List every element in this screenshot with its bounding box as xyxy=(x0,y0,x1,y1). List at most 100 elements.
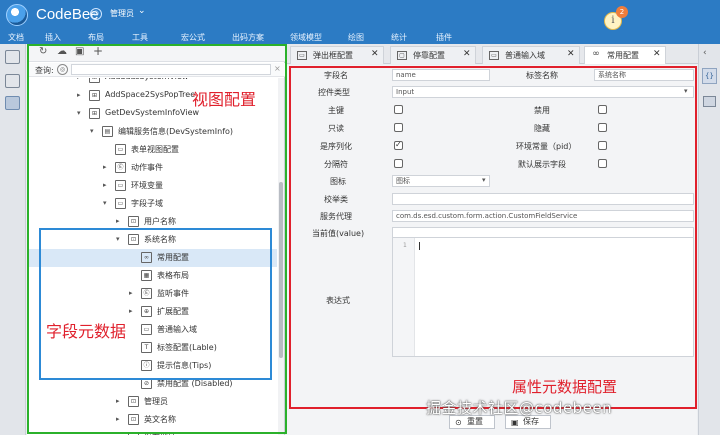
close-icon[interactable]: ✕ xyxy=(653,49,661,59)
close-icon[interactable]: ✕ xyxy=(371,49,379,59)
tab-popup-config[interactable]: ▭ 弹出框配置 ✕ xyxy=(290,46,384,64)
share-icon[interactable] xyxy=(5,50,20,64)
search-icon[interactable]: ◎ xyxy=(57,64,68,75)
separator-checkbox[interactable] xyxy=(394,159,403,168)
add-icon[interactable]: + xyxy=(93,44,103,58)
link-icon: ∞ xyxy=(592,49,600,59)
serialize-checkbox[interactable] xyxy=(394,140,403,150)
user-icon[interactable]: © xyxy=(90,8,102,20)
property-meta-annotation: 属性元数据配置 xyxy=(512,378,618,396)
primary-key-checkbox[interactable] xyxy=(394,105,403,114)
icon-select[interactable]: 图标 xyxy=(392,175,490,187)
service-proxy-input[interactable]: com.ds.esd.custom.form.action.CustomFiel… xyxy=(392,210,694,222)
menu-item-domain[interactable]: 领域模型 xyxy=(290,32,322,43)
menu-item-macro[interactable]: 宏公式 xyxy=(181,32,205,43)
menu-item-stats[interactable]: 统计 xyxy=(391,32,407,43)
tree-row[interactable]: ⓘ 提示信息(Tips) xyxy=(27,357,277,375)
control-type-select[interactable]: Input xyxy=(392,86,694,98)
tab-normal-input[interactable]: ▭ 普通输入域 ✕ xyxy=(482,46,580,64)
caret-right-icon[interactable]: ▸ xyxy=(103,181,107,189)
caret-right-icon[interactable]: ▸ xyxy=(129,289,133,297)
tree-row[interactable]: ▸ ▭ 环境变量 xyxy=(27,177,277,195)
expression-editor[interactable]: 1 xyxy=(392,237,694,357)
tag-name-input[interactable]: 系统名称 xyxy=(594,69,694,81)
tree-node-icon: ▭ xyxy=(115,144,126,155)
scrollbar-thumb[interactable] xyxy=(279,182,283,358)
caret-down-icon[interactable]: ▾ xyxy=(103,199,107,207)
tree-row[interactable]: ▸⊡发布地址 xyxy=(27,429,277,435)
tree-node-label: 普通输入域 xyxy=(157,325,197,334)
caret-right-icon[interactable]: ▸ xyxy=(116,397,120,405)
menu-item-layout[interactable]: 布局 xyxy=(88,32,104,43)
close-icon[interactable]: ✕ xyxy=(463,49,471,59)
tree-row[interactable]: ▸ ⊡ 英文名称 xyxy=(27,411,277,429)
field-name-input[interactable]: name xyxy=(392,69,490,81)
check-class-input[interactable] xyxy=(392,193,694,205)
left-toolstrip xyxy=(0,44,26,435)
tree-row[interactable]: ▸ Ⓔ 动作事件 xyxy=(27,159,277,177)
chevron-left-icon[interactable]: ‹ xyxy=(703,48,707,58)
caret-right-icon[interactable]: ▸ xyxy=(129,307,133,315)
tab-icon: ▢ xyxy=(397,51,407,60)
tree-row[interactable]: ▸ Ⓔ 监听事件 xyxy=(27,285,277,303)
tree-row[interactable]: ∞ 常用配置 xyxy=(27,249,277,267)
tree-node-icon: ⓘ xyxy=(141,360,152,371)
caret-right-icon[interactable]: ▸ xyxy=(77,78,81,81)
tree-row[interactable]: ▾ ▤ 编辑服务信息(DevSystemInfo) xyxy=(27,123,277,141)
save-icon[interactable]: ▣ xyxy=(75,46,84,57)
top-bar: CodeBee © 管理员 ⌄ 文档 插入 布局 工具 宏公式 出码方案 领域模… xyxy=(0,0,720,44)
separator-label: 分隔符 xyxy=(324,160,348,169)
tree-row[interactable]: ▸ ⊡ 用户名称 xyxy=(27,213,277,231)
search-label: 查询: xyxy=(35,66,54,75)
tree-row[interactable]: ▾ ⊡ 系统名称 xyxy=(27,231,277,249)
menu-item-insert[interactable]: 插入 xyxy=(45,32,61,43)
close-icon[interactable]: ✕ xyxy=(567,49,575,59)
tree-row[interactable]: ▦ 表格布局 xyxy=(27,267,277,285)
readonly-checkbox[interactable] xyxy=(394,123,403,132)
caret-right-icon[interactable]: ▸ xyxy=(116,415,120,423)
cloud-upload-icon[interactable]: ☁ xyxy=(57,46,67,57)
chevron-down-icon[interactable]: ⌄ xyxy=(138,6,146,16)
menu-item-tools[interactable]: 工具 xyxy=(132,32,148,43)
tree-row[interactable]: ▸ ⊡ 管理员 xyxy=(27,393,277,411)
env-var-checkbox[interactable] xyxy=(598,141,607,150)
caret-down-icon[interactable]: ▾ xyxy=(90,127,94,135)
menu-item-plugins[interactable]: 插件 xyxy=(436,32,452,43)
tree-row[interactable]: ▭ 表单视图配置 xyxy=(27,141,277,159)
tree-node-icon: Ⓔ xyxy=(115,162,126,173)
tag-name-label: 标签名称 xyxy=(526,71,558,80)
tree-row[interactable]: ⊘ 禁用配置 (Disabled) xyxy=(27,375,277,393)
tree-node-icon: ∞ xyxy=(141,252,152,263)
disabled-checkbox[interactable] xyxy=(598,105,607,114)
current-value-label: 当前值(value) xyxy=(312,229,365,238)
database-icon[interactable] xyxy=(5,74,20,88)
tree-scrollbar[interactable] xyxy=(278,78,284,435)
tree-node-icon: ⊡ xyxy=(128,216,139,227)
tree-row[interactable]: ▾ ▭ 字段子域 xyxy=(27,195,277,213)
menu-item-draw[interactable]: 绘图 xyxy=(348,32,364,43)
menu-item-docs[interactable]: 文档 xyxy=(8,32,24,43)
close-icon[interactable]: × xyxy=(274,64,281,73)
default-show-checkbox[interactable] xyxy=(598,159,607,168)
caret-down-icon[interactable]: ▾ xyxy=(77,109,81,117)
save-icon: ▣ xyxy=(511,418,519,427)
caret-down-icon[interactable]: ▾ xyxy=(116,235,120,243)
code-braces-icon[interactable]: {} xyxy=(702,68,717,84)
menu-item-codegen[interactable]: 出码方案 xyxy=(232,32,264,43)
caret-right-icon[interactable]: ▸ xyxy=(77,91,81,99)
chevron-down-icon[interactable]: ▾ xyxy=(684,87,688,95)
window-icon[interactable] xyxy=(5,96,20,110)
refresh-icon[interactable]: ↻ xyxy=(39,46,47,57)
search-input[interactable] xyxy=(71,64,271,75)
caret-right-icon[interactable]: ▸ xyxy=(103,163,107,171)
chevron-down-icon[interactable]: ▾ xyxy=(482,176,486,184)
tree-search: 查询: ◎ × xyxy=(27,63,285,77)
window-icon[interactable] xyxy=(703,96,716,107)
tree-node-label: 用户名称 xyxy=(144,217,176,226)
caret-right-icon[interactable]: ▸ xyxy=(116,217,120,225)
tab-dock-config[interactable]: ▢ 停靠配置 ✕ xyxy=(390,46,476,64)
user-name[interactable]: 管理员 xyxy=(110,8,134,19)
tab-common-config[interactable]: ∞ 常用配置 ✕ xyxy=(584,46,666,64)
hidden-checkbox[interactable] xyxy=(598,123,607,132)
tree-node-icon: ⊡ xyxy=(128,234,139,245)
